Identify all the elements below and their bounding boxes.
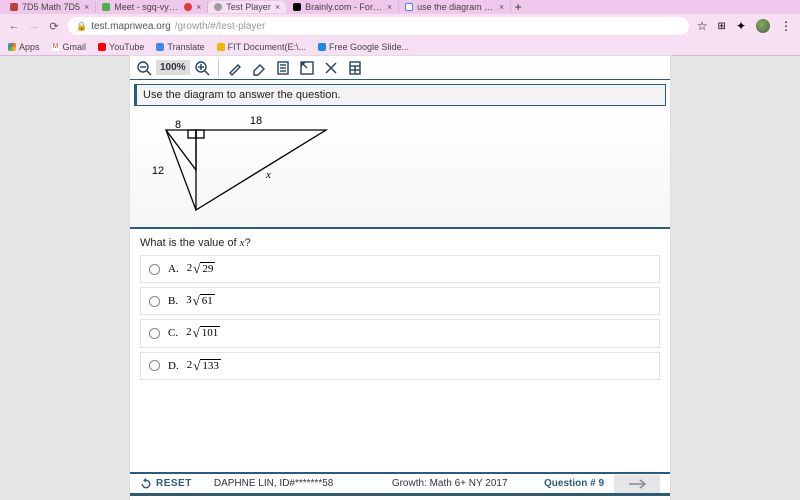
star-icon[interactable]: ☆: [697, 19, 708, 33]
test-name: Growth: Math 6+ NY 2017: [392, 478, 508, 489]
browser-tab-active[interactable]: Test Player×: [208, 1, 287, 13]
bookmarks-bar: Apps MGmail YouTube Translate FIT Docume…: [0, 38, 800, 56]
extensions-icon[interactable]: ⊞: [718, 21, 726, 32]
url-host: test.mapnwea.org: [91, 21, 171, 32]
instruction-banner: Use the diagram to answer the question.: [134, 84, 666, 106]
radio-icon: [149, 296, 160, 307]
back-button[interactable]: ←: [8, 20, 20, 32]
close-icon[interactable]: ×: [275, 2, 280, 12]
arrow-right-icon: [627, 479, 647, 489]
close-icon[interactable]: ×: [84, 2, 89, 12]
calculator-icon[interactable]: [347, 60, 363, 76]
new-tab-button[interactable]: +: [511, 0, 525, 14]
question-number: Question # 9: [544, 478, 604, 489]
player-footer: RESET DAPHNE LIN, ID#*******58 Growth: M…: [130, 472, 670, 496]
answer-option-a[interactable]: A. 2√29: [140, 255, 660, 283]
address-bar: ← → ⟳ 🔒 test.mapnwea.org/growth/#/test-p…: [0, 14, 800, 38]
next-button[interactable]: [614, 475, 660, 493]
apps-button[interactable]: Apps: [8, 42, 40, 52]
highlighter-icon[interactable]: [227, 60, 243, 76]
test-player: 100% Use the diagram to answer the quest…: [130, 56, 670, 500]
question-prompt: What is the value of x?: [130, 229, 670, 255]
question-diagram: 18 8 12 x: [130, 106, 670, 229]
browser-tab[interactable]: use the diagram to help you a×: [399, 1, 511, 13]
forward-button[interactable]: →: [28, 20, 40, 32]
notepad-icon[interactable]: [275, 60, 291, 76]
answer-option-b[interactable]: B. 3√61: [140, 287, 660, 315]
bookmark-item[interactable]: MGmail: [52, 42, 87, 52]
zoom-in-icon[interactable]: [194, 60, 210, 76]
answer-option-d[interactable]: D. 2√133: [140, 352, 660, 380]
player-toolbar: 100%: [130, 56, 670, 80]
close-icon[interactable]: ×: [499, 2, 504, 12]
close-icon[interactable]: ×: [387, 2, 392, 12]
ruler-icon[interactable]: [299, 60, 315, 76]
lock-icon: 🔒: [76, 21, 87, 32]
reset-icon: [140, 478, 152, 490]
diagram-label-hyp: x: [265, 169, 271, 181]
browser-tab[interactable]: Meet - sgq-vycm-vpy×: [96, 1, 208, 13]
strikeout-icon[interactable]: [323, 60, 339, 76]
profile-avatar[interactable]: [756, 19, 770, 33]
url-field[interactable]: 🔒 test.mapnwea.org/growth/#/test-player: [68, 17, 689, 35]
radio-icon: [149, 360, 160, 371]
zoom-level: 100%: [156, 60, 190, 75]
browser-tab[interactable]: Brainly.com - For students. By×: [287, 1, 399, 13]
bookmark-item[interactable]: Translate: [156, 42, 204, 52]
menu-icon[interactable]: ⋮: [780, 19, 792, 33]
diagram-label-top: 18: [250, 115, 262, 127]
puzzle-icon[interactable]: ✦: [736, 19, 746, 33]
eraser-icon[interactable]: [251, 60, 267, 76]
diagram-label-left-lower: 12: [152, 165, 164, 177]
browser-tabstrip: 7D5 Math 7D5× Meet - sgq-vycm-vpy× Test …: [0, 0, 800, 14]
browser-tab[interactable]: 7D5 Math 7D5×: [4, 1, 96, 13]
bookmark-item[interactable]: YouTube: [98, 42, 144, 52]
diagram-label-left-upper: 8: [175, 119, 181, 131]
zoom-out-icon[interactable]: [136, 60, 152, 76]
bookmark-item[interactable]: FIT Document(E:\...: [217, 42, 306, 52]
close-icon[interactable]: ×: [196, 2, 201, 12]
radio-icon: [149, 328, 160, 339]
radio-icon: [149, 264, 160, 275]
answer-option-c[interactable]: C. 2√101: [140, 319, 660, 347]
bookmark-item[interactable]: Free Google Slide...: [318, 42, 409, 52]
answer-options: A. 2√29 B. 3√61 C. 2√101 D. 2√133: [130, 255, 670, 388]
student-id: DAPHNE LIN, ID#*******58: [214, 478, 334, 489]
reset-button[interactable]: RESET: [140, 478, 192, 490]
url-path: /growth/#/test-player: [175, 21, 266, 32]
reload-button[interactable]: ⟳: [48, 20, 60, 32]
